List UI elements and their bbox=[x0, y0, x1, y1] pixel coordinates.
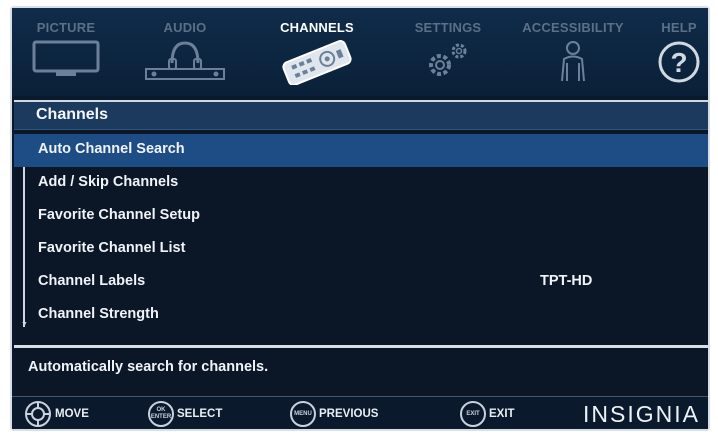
previous-label: PREVIOUS bbox=[319, 408, 379, 420]
exit-label: EXIT bbox=[489, 408, 515, 420]
tab-label: AUDIO bbox=[163, 20, 207, 35]
exit-hint: EXIT EXIT bbox=[460, 400, 515, 428]
menu-item-label: Auto Channel Search bbox=[38, 141, 185, 157]
menu-item-auto-channel-search[interactable]: Auto Channel Search bbox=[14, 134, 708, 167]
tab-help[interactable]: HELP ? bbox=[650, 8, 708, 96]
panel-title-bar: Channels bbox=[14, 102, 708, 130]
menu-item-label: Favorite Channel Setup bbox=[38, 207, 200, 223]
tab-label: PICTURE bbox=[36, 20, 96, 35]
menu-item-label: Add / Skip Channels bbox=[38, 174, 179, 190]
description-bar: Automatically search for channels. bbox=[14, 348, 708, 392]
remote-icon bbox=[282, 40, 352, 85]
exit-key-icon: EXIT bbox=[460, 401, 486, 427]
tab-accessibility[interactable]: ACCESSIBILITY bbox=[510, 8, 636, 96]
ok-key-text: OK bbox=[156, 407, 166, 413]
button-guide-bar: MOVE OK ENTER SELECT MENU PREVIOUS EXIT … bbox=[12, 396, 708, 429]
tab-picture[interactable]: PICTURE bbox=[20, 8, 112, 96]
menu-item-add-skip-channels[interactable]: Add / Skip Channels bbox=[14, 167, 708, 200]
select-label: SELECT bbox=[177, 408, 223, 420]
move-label: MOVE bbox=[55, 408, 89, 420]
tab-channels[interactable]: CHANNELS bbox=[267, 8, 367, 96]
menu-item-channel-strength[interactable]: Channel Strength bbox=[14, 299, 708, 332]
tv-menu-screen: PICTURE AUDIO CHANNELS SETTINGS ACCESSIB… bbox=[10, 6, 710, 431]
person-icon bbox=[561, 41, 585, 82]
move-hint: MOVE bbox=[24, 400, 89, 428]
tv-icon bbox=[32, 40, 100, 76]
menu-item-label: Channel Strength bbox=[38, 306, 159, 322]
menu-item-channel-labels[interactable]: Channel Labels TPT-HD bbox=[14, 266, 708, 299]
dpad-icon bbox=[25, 401, 51, 427]
description-text: Automatically search for channels. bbox=[28, 359, 269, 375]
menu-item-favorite-channel-list[interactable]: Favorite Channel List bbox=[14, 233, 708, 266]
tab-label: CHANNELS bbox=[280, 20, 354, 35]
menu-item-label: Channel Labels bbox=[38, 273, 146, 289]
headphones-icon bbox=[145, 41, 225, 80]
menu-item-label: Favorite Channel List bbox=[38, 240, 186, 256]
menu-key-text: MENU bbox=[294, 410, 312, 417]
svg-text:?: ? bbox=[670, 47, 687, 78]
previous-hint: MENU PREVIOUS bbox=[290, 400, 378, 428]
tab-label: SETTINGS bbox=[414, 20, 482, 35]
tab-settings[interactable]: SETTINGS bbox=[400, 8, 496, 96]
tab-audio[interactable]: AUDIO bbox=[140, 8, 230, 96]
tab-label: HELP bbox=[661, 20, 697, 35]
select-hint: OK ENTER SELECT bbox=[148, 400, 222, 428]
menu-item-value: TPT-HD bbox=[540, 273, 593, 289]
channels-menu-list: Auto Channel Search Add / Skip Channels … bbox=[14, 134, 708, 332]
menu-item-favorite-channel-setup[interactable]: Favorite Channel Setup bbox=[14, 200, 708, 233]
question-icon: ? bbox=[658, 41, 700, 83]
menu-key-icon: MENU bbox=[290, 401, 316, 427]
ok-enter-key-icon: OK ENTER bbox=[148, 401, 174, 427]
enter-key-text: ENTER bbox=[150, 414, 172, 420]
menu-tab-bar: PICTURE AUDIO CHANNELS SETTINGS ACCESSIB… bbox=[12, 8, 708, 96]
panel-title: Channels bbox=[36, 106, 109, 123]
exit-key-text: EXIT bbox=[466, 410, 480, 417]
insignia-logo: INSIGNIA bbox=[583, 401, 700, 427]
gears-icon bbox=[429, 43, 467, 76]
tab-label: ACCESSIBILITY bbox=[522, 20, 624, 35]
